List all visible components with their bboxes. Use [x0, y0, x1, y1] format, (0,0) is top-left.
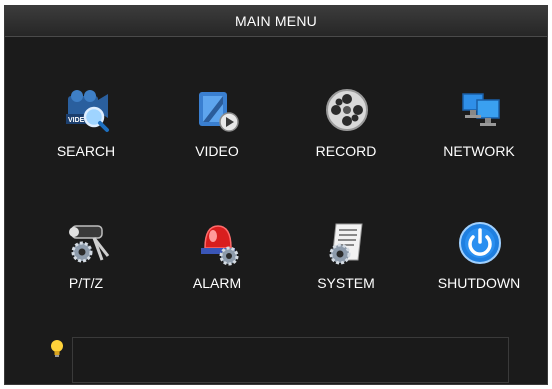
menu-label-alarm: ALARM	[192, 275, 242, 291]
status-message-box	[72, 337, 509, 383]
menu-label-record: RECORD	[315, 143, 377, 159]
main-menu-window: MAIN MENU VIDEO SEARCH VIDEO RECORD NETW…	[4, 5, 548, 385]
power-icon	[459, 222, 501, 264]
menu-item-video[interactable]: VIDEO	[157, 88, 277, 188]
alarm-siren-gear-icon	[201, 225, 239, 266]
menu-item-alarm[interactable]: ALARM	[157, 220, 277, 320]
menu-label-system: SYSTEM	[317, 275, 375, 291]
video-clip-icon	[199, 92, 239, 132]
menu-label-network: NETWORK	[443, 143, 515, 159]
film-reel-icon	[326, 89, 368, 131]
network-monitors-icon	[462, 93, 500, 126]
camera-gear-icon	[69, 225, 110, 263]
menu-label-video: VIDEO	[195, 143, 239, 159]
menu-item-system[interactable]: SYSTEM	[286, 220, 406, 320]
menu-label-ptz: P/T/Z	[68, 275, 104, 291]
menu-item-shutdown[interactable]: SHUTDOWN	[419, 220, 539, 320]
window-title: MAIN MENU	[235, 13, 317, 29]
video-search-icon: VIDEO	[66, 90, 109, 132]
lightbulb-icon	[51, 340, 63, 357]
menu-item-record[interactable]: RECORD	[286, 88, 406, 188]
menu-item-ptz[interactable]: P/T/Z	[26, 220, 146, 320]
document-gear-icon	[329, 223, 363, 265]
menu-item-network[interactable]: NETWORK	[419, 88, 539, 188]
menu-label-shutdown: SHUTDOWN	[437, 275, 521, 291]
title-bar: MAIN MENU	[5, 6, 547, 37]
menu-item-search[interactable]: VIDEO SEARCH	[26, 88, 146, 188]
menu-label-search: SEARCH	[56, 143, 116, 159]
